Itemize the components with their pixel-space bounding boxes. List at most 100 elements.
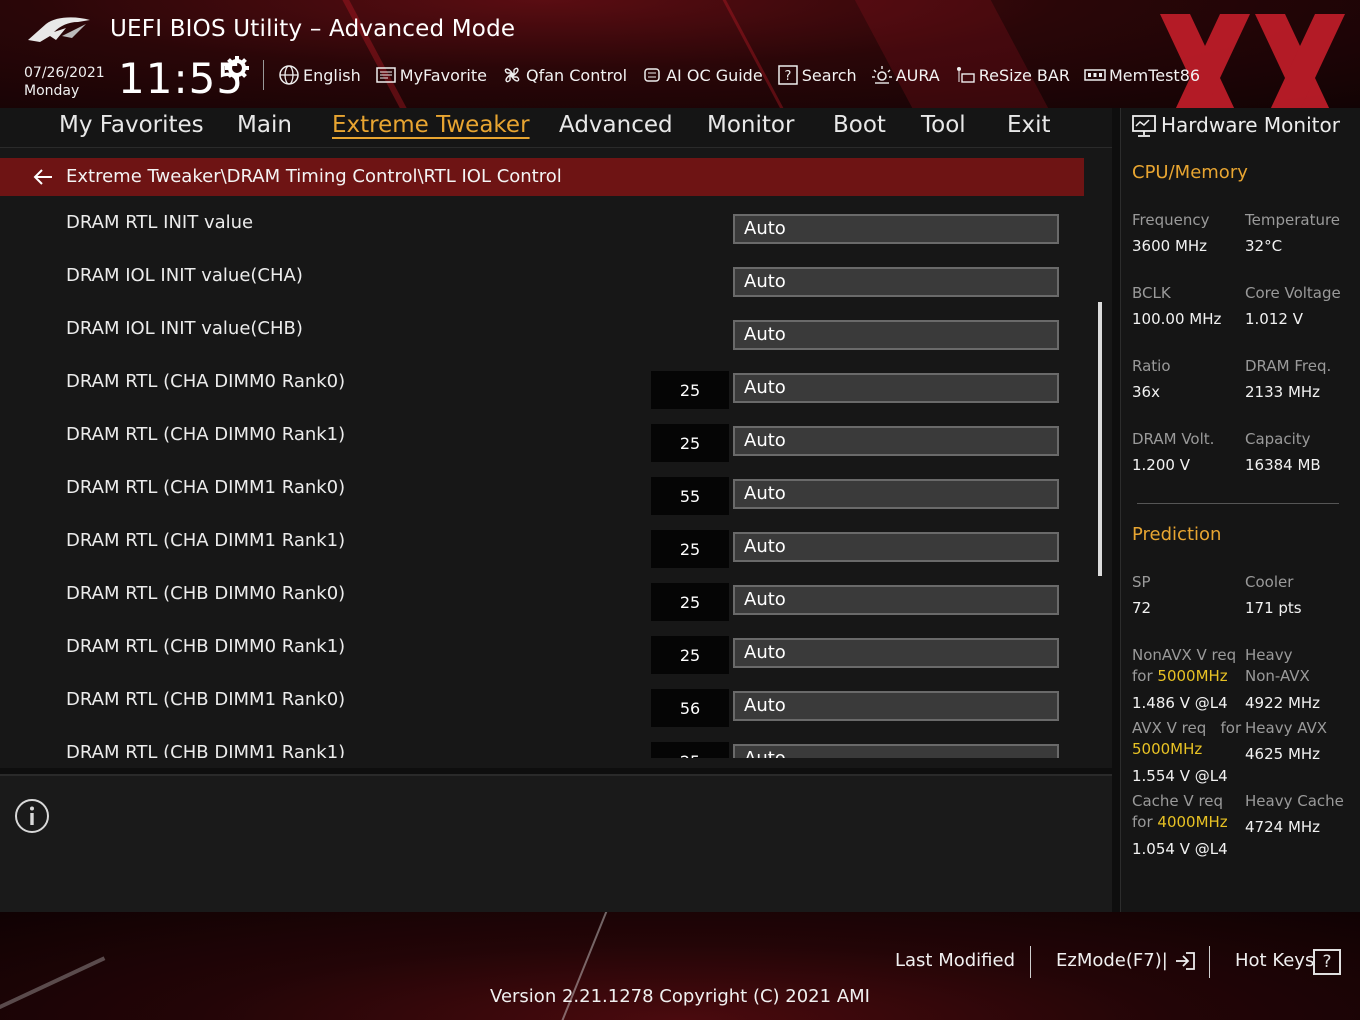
setting-row[interactable]: DRAM RTL (CHA DIMM1 Rank0) 55 Auto [0, 465, 1084, 518]
setting-value-input[interactable]: Auto [733, 585, 1059, 615]
setting-row[interactable]: DRAM RTL (CHB DIMM1 Rank0) 56 Auto [0, 677, 1084, 730]
search-help-icon: ? [777, 65, 798, 85]
cache-freq: 4000MHz [1157, 813, 1228, 831]
setting-row[interactable]: DRAM RTL (CHA DIMM1 Rank1) 25 Auto [0, 518, 1084, 571]
hot-keys-help-icon[interactable]: ? [1313, 949, 1341, 975]
aura-button[interactable]: AURA [871, 64, 940, 86]
frequency-value: 3600 MHz [1132, 237, 1208, 255]
memory-module-icon [1084, 69, 1106, 81]
current-value-readout: 25 [651, 583, 729, 621]
last-modified-button[interactable]: Last Modified [895, 950, 1015, 971]
back-arrow-icon[interactable] [32, 167, 54, 187]
capacity-label: Capacity [1245, 430, 1311, 448]
hot-keys-button[interactable]: Hot Keys [1235, 950, 1314, 971]
myfavorite-button[interactable]: MyFavorite [375, 64, 487, 86]
setting-label: DRAM RTL INIT value [66, 212, 254, 233]
info-icon [15, 799, 49, 833]
search-label: Search [801, 65, 857, 85]
tab-exit[interactable]: Exit [1007, 112, 1051, 138]
cooler-value: 171 pts [1245, 599, 1302, 617]
setting-row[interactable]: DRAM RTL (CHA DIMM0 Rank1) 25 Auto [0, 412, 1084, 465]
heavy-cache-label: Heavy Cache [1245, 792, 1344, 810]
nonavx-vreq-label: NonAVX V req [1132, 646, 1237, 664]
frequency-label: Frequency [1132, 211, 1210, 229]
ai-oc-guide-button[interactable]: AI OC Guide [641, 64, 763, 86]
bclk-value: 100.00 MHz [1132, 310, 1222, 328]
version-text: Version 2.21.1278 Copyright (C) 2021 AMI [490, 986, 870, 1007]
cpu-memory-title: CPU/Memory [1132, 162, 1248, 183]
setting-value-input[interactable]: Auto [733, 320, 1059, 350]
favorite-list-icon [376, 67, 396, 83]
aura-light-icon [871, 66, 892, 84]
setting-value-input[interactable]: Auto [733, 638, 1059, 668]
avx-freq: 5000MHz [1132, 740, 1203, 758]
current-value-readout: 25 [651, 530, 729, 568]
setting-value-input[interactable]: Auto [733, 426, 1059, 456]
search-button[interactable]: ? Search [777, 64, 857, 86]
footer-divider [1209, 946, 1210, 978]
setting-label: DRAM RTL (CHA DIMM1 Rank0) [66, 477, 346, 498]
tab-tool[interactable]: Tool [921, 112, 966, 138]
tab-monitor[interactable]: Monitor [707, 112, 794, 138]
resize-bar-button[interactable]: ReSize BAR [954, 64, 1070, 86]
setting-value-input[interactable]: Auto [733, 532, 1059, 562]
fan-icon [504, 67, 520, 83]
setting-row[interactable]: DRAM RTL (CHB DIMM0 Rank1) 25 Auto [0, 624, 1084, 677]
setting-value-input[interactable]: Auto [733, 691, 1059, 721]
setting-row[interactable]: DRAM RTL INIT value Auto [0, 200, 1084, 253]
toolbar: English MyFavorite Qfan Control AI OC Gu… [278, 62, 1214, 88]
ezmode-button[interactable]: EzMode(F7)| [1056, 950, 1196, 971]
settings-list: DRAM RTL INIT value Auto DRAM IOL INIT val… [0, 200, 1084, 758]
language-button[interactable]: English [278, 64, 361, 86]
setting-value-input[interactable]: Auto [733, 744, 1059, 758]
tab-boot[interactable]: Boot [833, 112, 886, 138]
scrollbar[interactable] [1098, 302, 1102, 576]
tab-my-favorites[interactable]: My Favorites [59, 112, 204, 138]
setting-label: DRAM RTL (CHA DIMM0 Rank0) [66, 371, 346, 392]
tab-main[interactable]: Main [237, 112, 292, 138]
language-label: English [303, 65, 361, 85]
dram-volt-label: DRAM Volt. [1132, 430, 1215, 448]
memtest86-label: MemTest86 [1108, 65, 1201, 85]
breadcrumb-bar: Extreme Tweaker\DRAM Timing Control\RTL … [0, 158, 1084, 196]
setting-label: DRAM RTL (CHB DIMM0 Rank1) [66, 636, 346, 657]
prediction-title: Prediction [1132, 524, 1222, 545]
ratio-label: Ratio [1132, 357, 1171, 375]
current-value-readout: 25 [651, 742, 729, 758]
setting-value-input[interactable]: Auto [733, 373, 1059, 403]
setting-value-input[interactable]: Auto [733, 214, 1059, 244]
setting-label: DRAM RTL (CHA DIMM1 Rank1) [66, 530, 346, 551]
qfan-control-label: Qfan Control [526, 65, 628, 85]
setting-row[interactable]: DRAM RTL (CHB DIMM0 Rank0) 25 Auto [0, 571, 1084, 624]
ai-chip-icon [644, 68, 660, 82]
core-voltage-value: 1.012 V [1245, 310, 1303, 328]
rog-logo-icon [28, 17, 90, 42]
date-text: 07/26/2021 [24, 65, 105, 81]
gear-icon[interactable] [224, 55, 250, 81]
nonavx-vreq-value: 1.486 V @L4 [1132, 694, 1228, 712]
setting-row[interactable]: DRAM IOL INIT value(CHA) Auto [0, 253, 1084, 306]
day-text: Monday [24, 83, 80, 99]
hardware-monitor-title: Hardware Monitor [1161, 113, 1340, 137]
tab-advanced[interactable]: Advanced [559, 112, 673, 138]
setting-row[interactable]: DRAM RTL (CHA DIMM0 Rank0) 25 Auto [0, 359, 1084, 412]
app-title: UEFI BIOS Utility – Advanced Mode [110, 16, 516, 42]
setting-row[interactable]: DRAM IOL INIT value(CHB) Auto [0, 306, 1084, 359]
memtest86-button[interactable]: MemTest86 [1084, 64, 1200, 86]
cache-for-text: for [1132, 813, 1158, 831]
sp-value: 72 [1132, 599, 1152, 617]
heavy-nonavx-value: 4922 MHz [1245, 694, 1321, 712]
watermark-xx-icon [1160, 14, 1345, 108]
setting-value-input[interactable]: Auto [733, 267, 1059, 297]
resize-bar-icon [956, 67, 975, 83]
breadcrumb: Extreme Tweaker\DRAM Timing Control\RTL … [66, 166, 562, 187]
bclk-label: BCLK [1132, 284, 1171, 302]
qfan-control-button[interactable]: Qfan Control [501, 64, 627, 86]
tab-extreme-tweaker[interactable]: Extreme Tweaker [332, 112, 530, 138]
monitor-icon [1132, 115, 1156, 137]
setting-row[interactable]: DRAM RTL (CHB DIMM1 Rank1) 25 Auto [0, 730, 1084, 758]
current-value-readout: 25 [651, 371, 729, 409]
current-value-readout: 56 [651, 689, 729, 727]
hardware-monitor-panel: Hardware Monitor CPU/Memory Frequency 36… [1120, 108, 1360, 912]
setting-value-input[interactable]: Auto [733, 479, 1059, 509]
